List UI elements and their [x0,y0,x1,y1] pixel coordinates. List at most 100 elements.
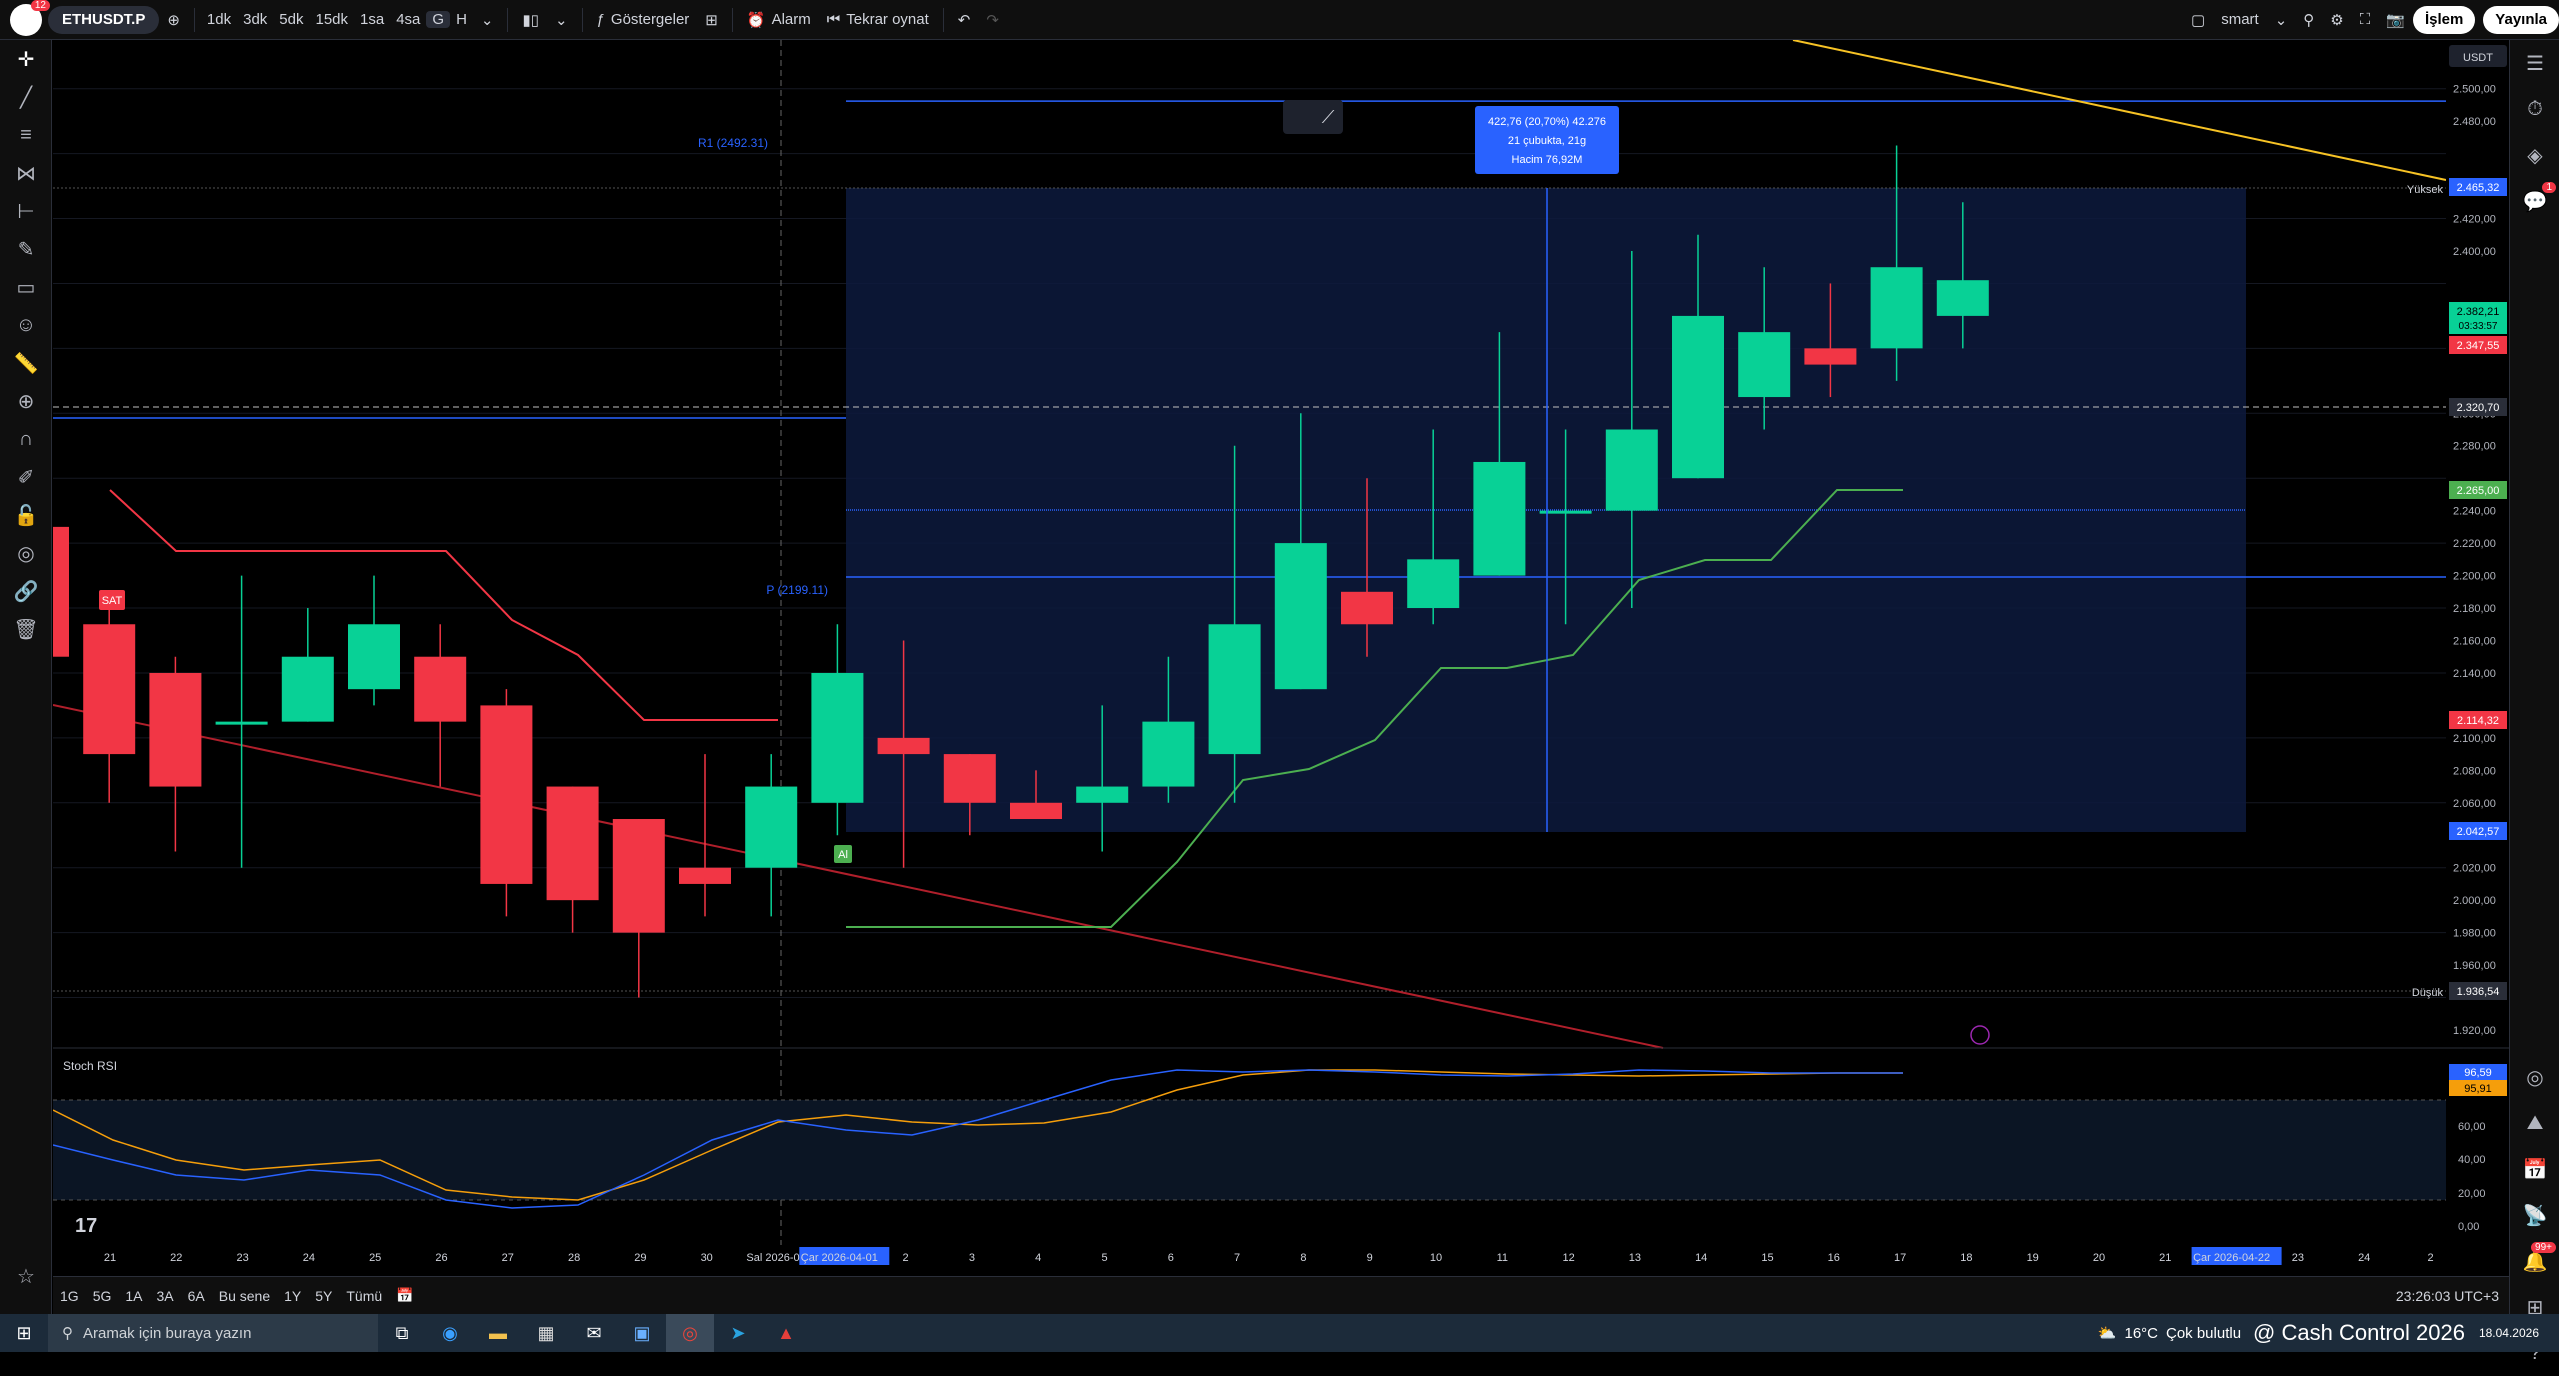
timeframe-7[interactable]: H [450,11,473,28]
taskbar-search[interactable]: ⚲ Aramak için buraya yazın [48,1314,378,1352]
candle-body[interactable] [149,672,202,787]
chat-icon[interactable]: 💬 1 [2510,178,2559,224]
magnet-icon[interactable]: ∩ [0,420,52,458]
timeframe-1[interactable]: 3dk [237,11,273,28]
candle-body[interactable] [1076,786,1129,803]
undo-icon[interactable]: ↶ [950,6,979,34]
timeframe-6[interactable]: G [426,11,451,28]
candle-body[interactable] [1804,348,1857,365]
timeframe-2[interactable]: 5dk [273,11,309,28]
emoji-icon[interactable]: ☺ [0,306,52,344]
candle-body[interactable] [1407,559,1460,609]
candle-body[interactable] [1010,802,1062,820]
brush-icon[interactable]: ✎ [0,230,52,268]
date-axis[interactable] [53,1245,2509,1266]
symbol-search-button[interactable]: ETHUSDT.P [48,5,160,34]
candle-body[interactable] [215,721,268,725]
timeframe-4[interactable]: 1sa [354,11,390,28]
layers-icon[interactable]: ◈ [2510,132,2559,178]
notifications-icon[interactable]: 🔔 99+ [2510,1238,2559,1284]
store-icon[interactable]: ▦ [522,1314,570,1352]
indicators-button[interactable]: ƒ Göstergeler [589,6,698,34]
timeframe-0[interactable]: 1dk [201,11,237,28]
lock-icon[interactable]: 🔓 [0,496,52,534]
watchlist-icon[interactable]: ☰ [2510,40,2559,86]
timeframe-5[interactable]: 4sa [390,11,426,28]
candle-body[interactable] [811,672,864,803]
edge-icon[interactable]: ◉ [426,1314,474,1352]
profile-avatar[interactable]: 12 [10,0,50,36]
range-button-3[interactable]: 3A [150,1288,181,1304]
stream-icon[interactable]: 📡 [2510,1192,2559,1238]
acrobat-icon[interactable]: ▲ [762,1314,810,1352]
chart-canvas[interactable]: 422,76 (20,70%) 42.276 21 çubukta, 21g H… [17,39,2509,1266]
chart-pane[interactable]: 422,76 (20,70%) 42.276 21 çubukta, 21g H… [17,39,2509,1266]
candle-body[interactable] [1208,624,1261,755]
candle-body[interactable] [877,737,930,755]
layout-select-icon[interactable]: ▢ [2183,6,2213,34]
zoom-icon[interactable]: ⊕ [0,382,52,420]
candle-body[interactable] [1473,461,1526,576]
candle-body[interactable] [348,624,400,690]
goto-date-icon[interactable]: 📅 [389,1287,420,1304]
candle-body[interactable] [745,786,798,868]
ideas-icon[interactable]: ⛰ [2510,1100,2559,1146]
templates-icon[interactable]: ⊞ [697,6,726,34]
range-button-4[interactable]: 6A [181,1288,212,1304]
layout-name[interactable]: smart [2213,6,2267,34]
trendline-icon[interactable]: ╱ [0,78,52,116]
start-windows-icon[interactable]: ⊞ [0,1314,48,1352]
lock-drawing-icon[interactable]: ✐ [0,458,52,496]
line-tool-icon[interactable]: ⟋ [1322,107,1335,127]
alerts-clock-icon[interactable]: ⏱ [2510,86,2559,132]
telegram-icon[interactable]: ➤ [714,1314,762,1352]
favorites-star-icon[interactable]: ☆ [0,1257,52,1295]
pattern-icon[interactable]: ⋈ [0,154,52,192]
ruler-icon[interactable]: 📏 [0,344,52,382]
calendar-icon[interactable]: 📅 [2510,1146,2559,1192]
range-button-7[interactable]: 5Y [308,1288,339,1304]
candle-body[interactable] [1672,315,1724,479]
link-icon[interactable]: 🔗 [0,572,52,610]
chrome-icon[interactable]: ◎ [666,1314,714,1352]
replay-button[interactable]: ⏮ Tekrar oynat [819,6,937,34]
publish-button[interactable]: Yayınla [2483,5,2559,34]
app-icon[interactable]: ▣ [618,1314,666,1352]
timeframe-3[interactable]: 15dk [309,11,354,28]
candle-body[interactable] [1870,267,1923,349]
candle-body[interactable] [1605,429,1658,511]
trade-button[interactable]: İşlem [2412,5,2476,34]
candle-body[interactable] [1936,280,1989,316]
alarm-button[interactable]: ⏰ Alarm [739,6,819,34]
trash-icon[interactable]: 🗑 [0,610,52,648]
text-icon[interactable]: ▭ [0,268,52,306]
crosshair-icon[interactable]: ✛ [0,40,52,78]
task-view-icon[interactable]: ⧉ [378,1314,426,1352]
chevron-down-icon[interactable]: ⌄ [473,6,502,34]
chevron-down-icon[interactable]: ⌄ [2267,6,2296,34]
candle-body[interactable] [83,624,136,755]
range-button-0[interactable]: 1G [53,1288,86,1304]
mail-icon[interactable]: ✉ [570,1314,618,1352]
range-button-2[interactable]: 1A [118,1288,149,1304]
target-icon[interactable]: ◎ [2510,1054,2559,1100]
candle-body[interactable] [414,656,467,722]
camera-icon[interactable]: 📷 [2378,6,2413,34]
compare-add-icon[interactable]: ⊕ [159,6,188,34]
candle-body[interactable] [1738,332,1791,398]
candle-body[interactable] [1274,543,1327,690]
range-button-1[interactable]: 5G [86,1288,119,1304]
range-button-5[interactable]: Bu sene [212,1288,277,1304]
range-button-6[interactable]: 1Y [277,1288,308,1304]
settings-gear-icon[interactable]: ⚙ [2322,6,2351,34]
clock-timezone[interactable]: 23:26:03 UTC+3 [2396,1288,2499,1304]
weather-widget[interactable]: ⛅ 16°C Çok bulutlu [2098,1324,2241,1343]
chart-style-icon[interactable]: ⌄ [547,6,576,34]
candle-body[interactable] [17,526,69,657]
candle-body[interactable] [679,867,731,884]
forecast-icon[interactable]: ⊢ [0,192,52,230]
candle-body[interactable] [612,819,665,933]
fib-icon[interactable]: ≡ [0,116,52,154]
range-button-8[interactable]: Tümü [339,1288,389,1304]
candle-body[interactable] [546,786,599,901]
